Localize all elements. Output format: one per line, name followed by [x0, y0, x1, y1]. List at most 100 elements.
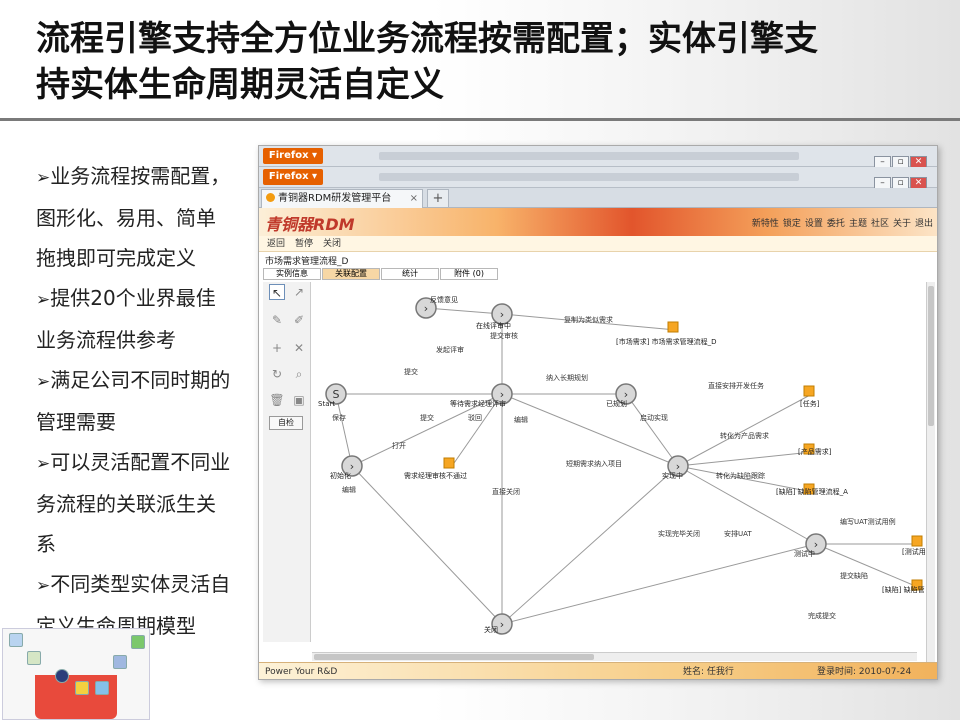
thumb-box-3 [131, 635, 145, 649]
status-slogan: Power Your R&D [265, 667, 338, 677]
delete-node-icon[interactable]: ✕ [291, 340, 307, 356]
workflow-label-defect_link: [缺陷] 缺陷管 [882, 585, 925, 594]
header-link[interactable]: 设置 [805, 219, 823, 229]
firefox-menu-button[interactable]: Firefox ▾ [263, 148, 323, 164]
vertical-scrollbar[interactable] [926, 282, 935, 662]
header-link[interactable]: 委托 [827, 219, 845, 229]
header-link[interactable]: 锁定 [783, 219, 801, 229]
page-tab[interactable]: 统计 [381, 268, 439, 280]
thumb-box-2 [27, 651, 41, 665]
page-tab[interactable]: 实例信息 [263, 268, 321, 280]
workflow-link-icon [803, 385, 815, 397]
workflow-label-closed: 关闭 [484, 625, 498, 634]
zoom-icon[interactable]: ⌕ [291, 366, 307, 382]
workflow-edge-label: 提交审核 [490, 331, 518, 340]
workflow-label-feedback: 反馈意见 [430, 295, 458, 304]
bullet-3-line-2: 管理需要 [36, 402, 254, 442]
bullet-arrow-icon: ➢ [36, 454, 51, 474]
workflow-link-icon [443, 457, 455, 469]
workflow-label-defect_flow: [缺陷] 缺陷管理流程_A [776, 487, 848, 496]
vertical-scroll-thumb[interactable] [928, 286, 934, 426]
link-tool-icon[interactable]: ✐ [291, 312, 307, 328]
blurred-title [379, 152, 799, 160]
status-user: 姓名: 任我行 [683, 667, 734, 677]
slide-title-line1: 流程引擎支持全方位业务流程按需配置；实体引擎支 [36, 19, 818, 59]
workflow-edge-label: 直接关闭 [492, 487, 520, 496]
horizontal-scrollbar[interactable] [312, 652, 917, 661]
bullet-4-line-2: 务流程的关联派生关 [36, 484, 254, 524]
header-link[interactable]: 新特性 [752, 219, 779, 229]
workflow-label-online_review: 在线评审中 [476, 321, 511, 330]
workflow-edge-label: 提交缺陷 [840, 571, 868, 580]
browser-tab[interactable]: 青铜器RDM研发管理平台 × [261, 189, 423, 208]
tab-strip: 青铜器RDM研发管理平台 × + [259, 188, 937, 208]
page-tab[interactable]: 附件 (0) [440, 268, 498, 280]
connector-tool-icon[interactable]: ↗ [291, 284, 307, 300]
window-controls-front: – ▫ ✕ [873, 170, 931, 190]
horizontal-scroll-thumb[interactable] [314, 654, 594, 660]
workflow-edge-label: 驳回 [468, 414, 482, 422]
browser-screenshot: Firefox ▾ – ▫ ✕ Firefox ▾ – ▫ ✕ 青铜器RDM研发管理平台… [258, 145, 938, 680]
bullet-text: 业务流程供参考 [36, 328, 176, 352]
workflow-edge [677, 393, 813, 467]
bullet-text: 管理需要 [36, 410, 116, 434]
bullet-text: 可以灵活配置不同业 [50, 450, 231, 474]
header-link[interactable]: 主题 [849, 219, 867, 229]
workflow-link-icon [911, 535, 923, 547]
workflow-edge-label: 提交 [404, 367, 418, 376]
workflow-edge-label: 提交 [420, 413, 434, 422]
workflow-edge-label: 安排UAT [724, 529, 752, 538]
bullet-text: 满足公司不同时期的 [50, 368, 231, 392]
workflow-edge-label: 发起评审 [436, 345, 464, 354]
workflow-label-init: 初始化 [330, 471, 351, 480]
window-titlebar-back: Firefox ▾ – ▫ ✕ [259, 146, 937, 169]
bullet-arrow-icon: ➢ [36, 168, 51, 188]
thumb-box-4 [113, 655, 127, 669]
page-tab[interactable]: 关联配置 [322, 268, 380, 280]
workflow-edge-label: 复制为类似需求 [564, 315, 613, 324]
autocheck-button[interactable]: 自检 [269, 416, 303, 430]
bullet-text: 提供20个业界最佳 [50, 286, 216, 310]
workflow-edge-label: 转化为产品需求 [720, 431, 769, 440]
thumb-box-6 [95, 681, 109, 695]
bullet-text: 拖拽即可完成定义 [36, 246, 196, 270]
toolbar-button[interactable]: 关闭 [323, 239, 341, 249]
workflow-label-market_flow: [市场需求] 市场需求管理流程_D [616, 337, 717, 346]
workflow-canvas[interactable]: S Start › 反馈意见 › 在线评审中 › 等待需求经理评审 › 已规划 › 初始化 › 实现中 › 测… [312, 282, 928, 662]
toolbar-button[interactable]: 返回 [267, 239, 285, 249]
workflow-label-test_link: [测试用 [902, 547, 926, 556]
tab-close-icon[interactable]: × [410, 190, 418, 208]
firefox-menu-button-front[interactable]: Firefox ▾ [263, 169, 323, 185]
workflow-edge-label: 直接安排开发任务 [708, 381, 764, 390]
workflow-edge [501, 543, 817, 625]
bullet-arrow-icon: ➢ [36, 372, 51, 392]
header-link[interactable]: 退出 [915, 219, 933, 229]
workflow-edge [501, 465, 679, 625]
tool-palette: ↖ ↗ ✎ ✐ + ✕ ↻ ⌕ 🗑 ▣ 自检 [263, 282, 311, 642]
header-link[interactable]: 关于 [893, 219, 911, 229]
node-tool-icon[interactable]: ✎ [269, 312, 285, 328]
save-icon[interactable]: ▣ [291, 392, 307, 408]
slide-title-line2: 持实体生命周期灵活自定义 [36, 65, 444, 105]
toolbar-button[interactable]: 暂停 [295, 239, 313, 249]
window-controls: – ▫ ✕ [873, 149, 931, 169]
refresh-icon[interactable]: ↻ [269, 366, 285, 382]
workflow-edge-label: 编写UAT测试用例 [840, 517, 896, 526]
bullet-4-line-3: 系 [36, 524, 254, 564]
pointer-tool-icon[interactable]: ↖ [269, 284, 285, 300]
slide-title: 流程引擎支持全方位业务流程按需配置；实体引擎支 持实体生命周期灵活自定义 [36, 16, 936, 108]
blurred-title-front [379, 173, 799, 181]
bullet-text: 系 [36, 532, 56, 556]
add-node-icon[interactable]: + [269, 340, 285, 356]
thumb-box-1 [9, 633, 23, 647]
new-tab-button[interactable]: + [427, 189, 449, 208]
trash-icon[interactable]: 🗑 [269, 392, 285, 408]
workflow-edge [425, 307, 503, 315]
bullet-3-line-1: ➢满足公司不同时期的 [36, 360, 254, 402]
header-link[interactable]: 社区 [871, 219, 889, 229]
workflow-edge-label: 纳入长期规划 [546, 373, 588, 382]
bullet-4-line-1: ➢可以灵活配置不同业 [36, 442, 254, 484]
thumb-hub [55, 669, 69, 683]
workflow-label-testing: 测试中 [794, 549, 815, 558]
workflow-node-glyph: › [424, 302, 428, 315]
